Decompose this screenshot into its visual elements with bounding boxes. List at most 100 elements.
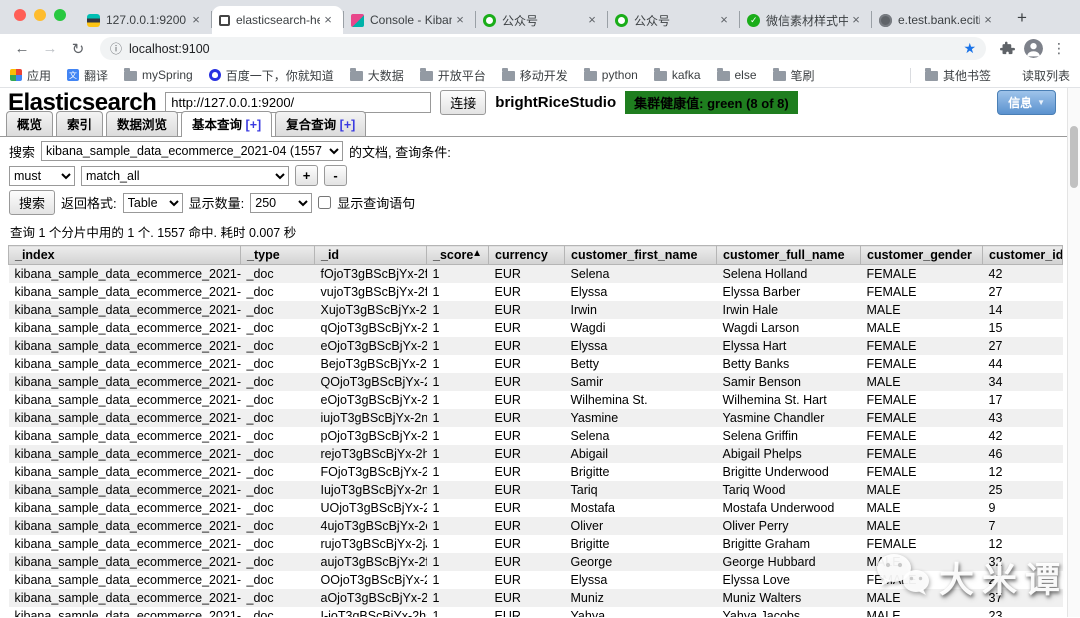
reload-icon[interactable]: ↻ bbox=[66, 40, 90, 58]
folder-icon bbox=[349, 68, 363, 81]
column-header-_type[interactable]: _type bbox=[240, 245, 315, 265]
column-header-customer_id[interactable]: customer_id bbox=[982, 245, 1063, 265]
cell-customer_first_name: Elyssa bbox=[570, 285, 608, 299]
chrome-menu-icon[interactable]: ⋮ bbox=[1048, 38, 1070, 60]
bookmark-item[interactable]: 翻译 bbox=[67, 67, 108, 84]
result-row[interactable]: kibana_sample_data_ecommerce_2021-04 _doc… bbox=[9, 355, 1063, 373]
connect-button[interactable]: 连接 bbox=[440, 90, 487, 115]
tab-compound-query[interactable]: 复合查询 [+] bbox=[275, 111, 367, 136]
bookmark-folder[interactable]: else bbox=[716, 68, 757, 82]
result-row[interactable]: kibana_sample_data_ecommerce_2021-04 _doc… bbox=[9, 499, 1063, 517]
bookmark-folder[interactable]: 大数据 bbox=[349, 67, 404, 84]
tab-close-button[interactable]: × bbox=[188, 12, 204, 28]
window-controls bbox=[12, 0, 80, 34]
result-row[interactable]: kibana_sample_data_ecommerce_2021-04 _doc… bbox=[8, 589, 1063, 607]
forward-icon[interactable]: → bbox=[38, 40, 62, 57]
result-row[interactable]: kibana_sample_data_ecommerce_2021-04 _doc… bbox=[8, 301, 1063, 319]
remove-clause-button[interactable]: - bbox=[324, 165, 347, 186]
result-row[interactable]: kibana_sample_data_ecommerce_2021-04 _doc… bbox=[8, 553, 1063, 571]
tab-close-button[interactable]: × bbox=[452, 12, 468, 28]
browser-tab[interactable]: 微信素材样式中心× bbox=[740, 6, 871, 34]
tab-indices[interactable]: 索引 bbox=[56, 111, 104, 136]
endpoint-input[interactable] bbox=[165, 92, 432, 113]
bookmark-folder[interactable]: 开放平台 bbox=[419, 67, 486, 84]
column-header-_id[interactable]: _id bbox=[314, 245, 427, 265]
format-select[interactable]: Table bbox=[122, 192, 183, 213]
bookmark-folder[interactable]: 移动开发 bbox=[501, 67, 568, 84]
browser-tab[interactable]: Console - Kibana× bbox=[344, 6, 475, 34]
window-close-button[interactable] bbox=[14, 9, 26, 21]
tab-data-browser[interactable]: 数据浏览 bbox=[106, 111, 179, 136]
result-row[interactable]: kibana_sample_data_ecommerce_2021-04 _doc… bbox=[9, 319, 1063, 337]
result-row[interactable]: kibana_sample_data_ecommerce_2021-04 _doc… bbox=[9, 283, 1063, 301]
result-row[interactable]: kibana_sample_data_ecommerce_2021-04 _doc… bbox=[8, 445, 1063, 463]
bookmark-folder[interactable]: mySpring bbox=[124, 68, 193, 82]
profile-avatar[interactable] bbox=[1022, 38, 1044, 60]
result-row[interactable]: kibana_sample_data_ecommerce_2021-04 _doc… bbox=[9, 535, 1063, 553]
tab-label: 数据浏览 bbox=[117, 118, 168, 132]
bookmark-folder[interactable]: 其他书签 bbox=[924, 67, 991, 84]
cell-_id: eOjoT3gBScBjYx-2m6Oi bbox=[320, 393, 427, 407]
browser-tab[interactable]: 公众号 × bbox=[608, 6, 739, 34]
bookmark-folder[interactable]: 笔刷 bbox=[772, 67, 815, 84]
result-row[interactable]: kibana_sample_data_ecommerce_2021-04 _doc… bbox=[9, 391, 1063, 409]
back-icon[interactable]: ← bbox=[10, 40, 34, 57]
extensions-icon[interactable] bbox=[996, 38, 1018, 60]
tab-close-button[interactable]: × bbox=[848, 12, 864, 28]
bool-select[interactable]: must bbox=[9, 165, 75, 186]
cell-customer_first_name: Yasmine bbox=[564, 409, 717, 427]
bookmark-folder[interactable]: kafka bbox=[653, 68, 701, 82]
result-row[interactable]: kibana_sample_data_ecommerce_2021-04 _doc… bbox=[9, 571, 1063, 589]
result-row[interactable]: kibana_sample_data_ecommerce_2021-04 _doc… bbox=[8, 337, 1063, 355]
window-minimize-button[interactable] bbox=[34, 9, 46, 21]
result-row[interactable]: kibana_sample_data_ecommerce_2021-04 _doc… bbox=[9, 463, 1063, 481]
bookmark-item[interactable]: 应用 bbox=[10, 67, 51, 84]
browser-tab[interactable]: elasticsearch-he × bbox=[212, 6, 343, 34]
result-row[interactable]: kibana_sample_data_ecommerce_2021-04 _doc… bbox=[8, 481, 1063, 499]
bookmark-folder[interactable]: python bbox=[583, 68, 638, 82]
result-row[interactable]: kibana_sample_data_ecommerce_2021-04 _doc… bbox=[8, 264, 1063, 283]
tab-basic-query[interactable]: 基本查询 [+] bbox=[181, 111, 273, 137]
column-header-customer_gender[interactable]: customer_gender bbox=[860, 245, 983, 265]
scrollbar-thumb[interactable] bbox=[1070, 126, 1078, 188]
column-header-_score[interactable]: ▲ _score bbox=[426, 245, 489, 265]
column-header-_index[interactable]: _index bbox=[8, 245, 241, 265]
tab-close-button[interactable]: × bbox=[716, 12, 732, 28]
browser-tab[interactable]: 公众号 × bbox=[476, 6, 607, 34]
add-clause-button[interactable]: + bbox=[295, 165, 318, 186]
query-line-clause: must match_all + - bbox=[9, 165, 1071, 186]
browser-tab[interactable]: e.test.bank.ecitic × bbox=[872, 6, 1003, 34]
show-query-checkbox[interactable] bbox=[318, 196, 332, 209]
tab-overview[interactable]: 概览 bbox=[6, 111, 54, 136]
clause-select[interactable]: match_all bbox=[81, 165, 289, 186]
query-form: 搜索 kibana_sample_data_ecommerce_2021-04 … bbox=[0, 137, 1080, 245]
bookmark-star-icon[interactable]: ★ bbox=[963, 40, 976, 57]
browser-tab[interactable]: 127.0.0.1:9200 × bbox=[80, 6, 211, 34]
column-header-customer_full_name[interactable]: customer_full_name bbox=[716, 245, 861, 265]
window-zoom-button[interactable] bbox=[54, 9, 66, 21]
result-row[interactable]: kibana_sample_data_ecommerce_2021-04 _doc… bbox=[8, 373, 1063, 391]
bookmark-item[interactable]: 百度一下，你就知道 bbox=[208, 67, 334, 84]
url-text[interactable]: localhost:9100 bbox=[129, 42, 956, 56]
result-row[interactable]: kibana_sample_data_ecommerce_2021-04 _doc… bbox=[9, 427, 1063, 445]
address-bar[interactable]: ⓘ localhost:9100 ★ bbox=[100, 37, 986, 60]
site-info-icon[interactable]: ⓘ bbox=[110, 40, 122, 57]
result-row[interactable]: kibana_sample_data_ecommerce_2021-04 _doc… bbox=[8, 409, 1063, 427]
bookmark-label: 其他书签 bbox=[942, 68, 991, 83]
result-row[interactable]: kibana_sample_data_ecommerce_2021-04 _doc… bbox=[8, 517, 1063, 535]
tab-close-button[interactable]: × bbox=[584, 12, 600, 28]
search-button[interactable]: 搜索 bbox=[9, 190, 56, 215]
column-header-customer_first_name[interactable]: customer_first_name bbox=[564, 245, 717, 265]
tab-close-button[interactable]: × bbox=[980, 12, 996, 28]
size-select[interactable]: 250 bbox=[250, 192, 313, 213]
tab-close-button[interactable]: × bbox=[320, 12, 336, 28]
cell-_type: _doc bbox=[246, 573, 274, 587]
bookmark-item[interactable]: 读取列表 bbox=[1005, 67, 1070, 84]
new-tab-button[interactable]: + bbox=[1009, 5, 1035, 31]
wechat-check-favicon bbox=[747, 13, 760, 27]
index-select[interactable]: kibana_sample_data_ecommerce_2021-04 (15… bbox=[41, 141, 344, 161]
bookmark-label: 翻译 bbox=[84, 68, 109, 83]
column-header-currency[interactable]: currency bbox=[488, 245, 565, 265]
result-row[interactable]: kibana_sample_data_ecommerce_2021-04 _doc… bbox=[9, 607, 1063, 617]
info-dropdown-button[interactable]: 信息 ▼ bbox=[997, 90, 1056, 115]
